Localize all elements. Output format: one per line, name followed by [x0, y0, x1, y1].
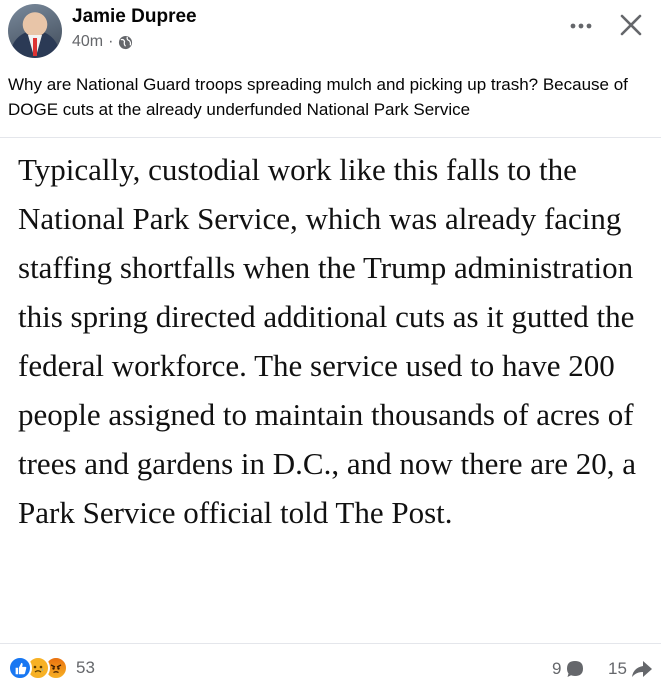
comments-count-button[interactable]: 9: [552, 659, 585, 679]
globe-icon[interactable]: [118, 35, 133, 50]
post-time[interactable]: 40m: [72, 33, 103, 51]
share-icon: [631, 661, 652, 677]
close-icon[interactable]: [618, 12, 644, 38]
meta-separator: ·: [108, 33, 114, 50]
comment-count: 9: [552, 659, 562, 678]
divider: [0, 137, 661, 138]
reactions-summary[interactable]: 53: [8, 656, 95, 680]
article-excerpt[interactable]: Typically, custodial work like this fall…: [18, 145, 648, 537]
share-count: 15: [608, 659, 627, 678]
post-header: Jamie Dupree 40m ·: [0, 0, 661, 64]
like-reaction-icon: [8, 656, 32, 680]
more-icon[interactable]: [567, 16, 595, 36]
post-meta: 40m ·: [72, 33, 133, 51]
author-name[interactable]: Jamie Dupree: [72, 6, 197, 28]
avatar[interactable]: [8, 4, 62, 58]
reaction-count: 53: [76, 658, 95, 677]
shares-count-button[interactable]: 15: [608, 659, 653, 679]
post-text: Why are National Guard troops spreading …: [8, 75, 628, 119]
comment-icon: [567, 661, 584, 677]
divider: [0, 643, 661, 644]
post-footer: 53 9 15: [0, 650, 661, 690]
